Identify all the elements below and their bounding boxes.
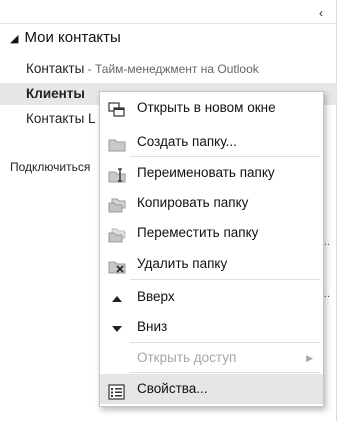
folder-contacts[interactable]: Контакты - Тайм-менеджмент на Outlook <box>0 58 337 80</box>
folder-subtitle: - Тайм-менеджмент на Outlook <box>84 62 259 76</box>
copy-folder-icon <box>108 195 126 213</box>
delete-folder-icon <box>108 256 126 274</box>
menu-separator <box>130 279 320 280</box>
group-title: Мои контакты <box>24 29 121 46</box>
menu-separator <box>130 156 320 157</box>
menu-item-label: Создать папку... <box>137 134 237 149</box>
menu-separator <box>130 372 320 373</box>
menu-item-label: Вниз <box>137 319 168 334</box>
folder-context-menu: Открыть в новом окне Создать папку... Пе… <box>99 91 324 407</box>
move-down-icon <box>108 319 126 335</box>
new-folder-icon <box>108 134 126 152</box>
menu-move-folder[interactable]: Переместить папку <box>100 219 323 247</box>
move-up-icon <box>108 289 126 305</box>
menu-item-label: Открыть доступ <box>137 350 237 365</box>
menu-create-folder[interactable]: Создать папку... <box>100 128 323 156</box>
menu-separator <box>130 342 320 343</box>
menu-item-label: Открыть в новом окне <box>137 100 276 115</box>
folder-name: Контакты <box>26 61 85 76</box>
rename-folder-icon <box>108 165 126 183</box>
menu-item-label: Вверх <box>137 289 175 304</box>
pane-divider <box>0 23 337 24</box>
menu-open-new-window[interactable]: Открыть в новом окне <box>100 94 323 122</box>
submenu-arrow-icon: ▶ <box>306 353 313 363</box>
move-folder-icon <box>108 225 126 243</box>
group-header-my-contacts[interactable]: ◢ Мои контакты <box>10 28 121 48</box>
menu-move-down[interactable]: Вниз <box>100 313 323 341</box>
menu-rename-folder[interactable]: Переименовать папку <box>100 159 323 187</box>
folder-name: Контакты L <box>26 111 96 126</box>
collapse-triangle-icon[interactable]: ◢ <box>10 29 18 49</box>
menu-item-label: Удалить папку <box>137 256 228 271</box>
collapse-pane-button[interactable]: ‹ <box>314 6 328 20</box>
menu-delete-folder[interactable]: Удалить папку <box>100 250 323 278</box>
menu-move-up[interactable]: Вверх <box>100 283 323 311</box>
menu-copy-folder[interactable]: Копировать папку <box>100 189 323 217</box>
menu-item-label: Переименовать папку <box>137 165 275 180</box>
folder-name: Клиенты <box>26 86 85 101</box>
menu-item-label: Копировать папку <box>137 195 249 210</box>
menu-share-access[interactable]: Открыть доступ ▶ <box>100 344 323 372</box>
properties-icon <box>108 381 126 400</box>
menu-properties[interactable]: Свойства... <box>100 374 323 404</box>
menu-item-label: Свойства... <box>137 381 208 396</box>
menu-item-label: Переместить папку <box>137 225 259 240</box>
new-window-icon <box>108 100 126 117</box>
connect-link[interactable]: Подключиться <box>10 160 90 174</box>
